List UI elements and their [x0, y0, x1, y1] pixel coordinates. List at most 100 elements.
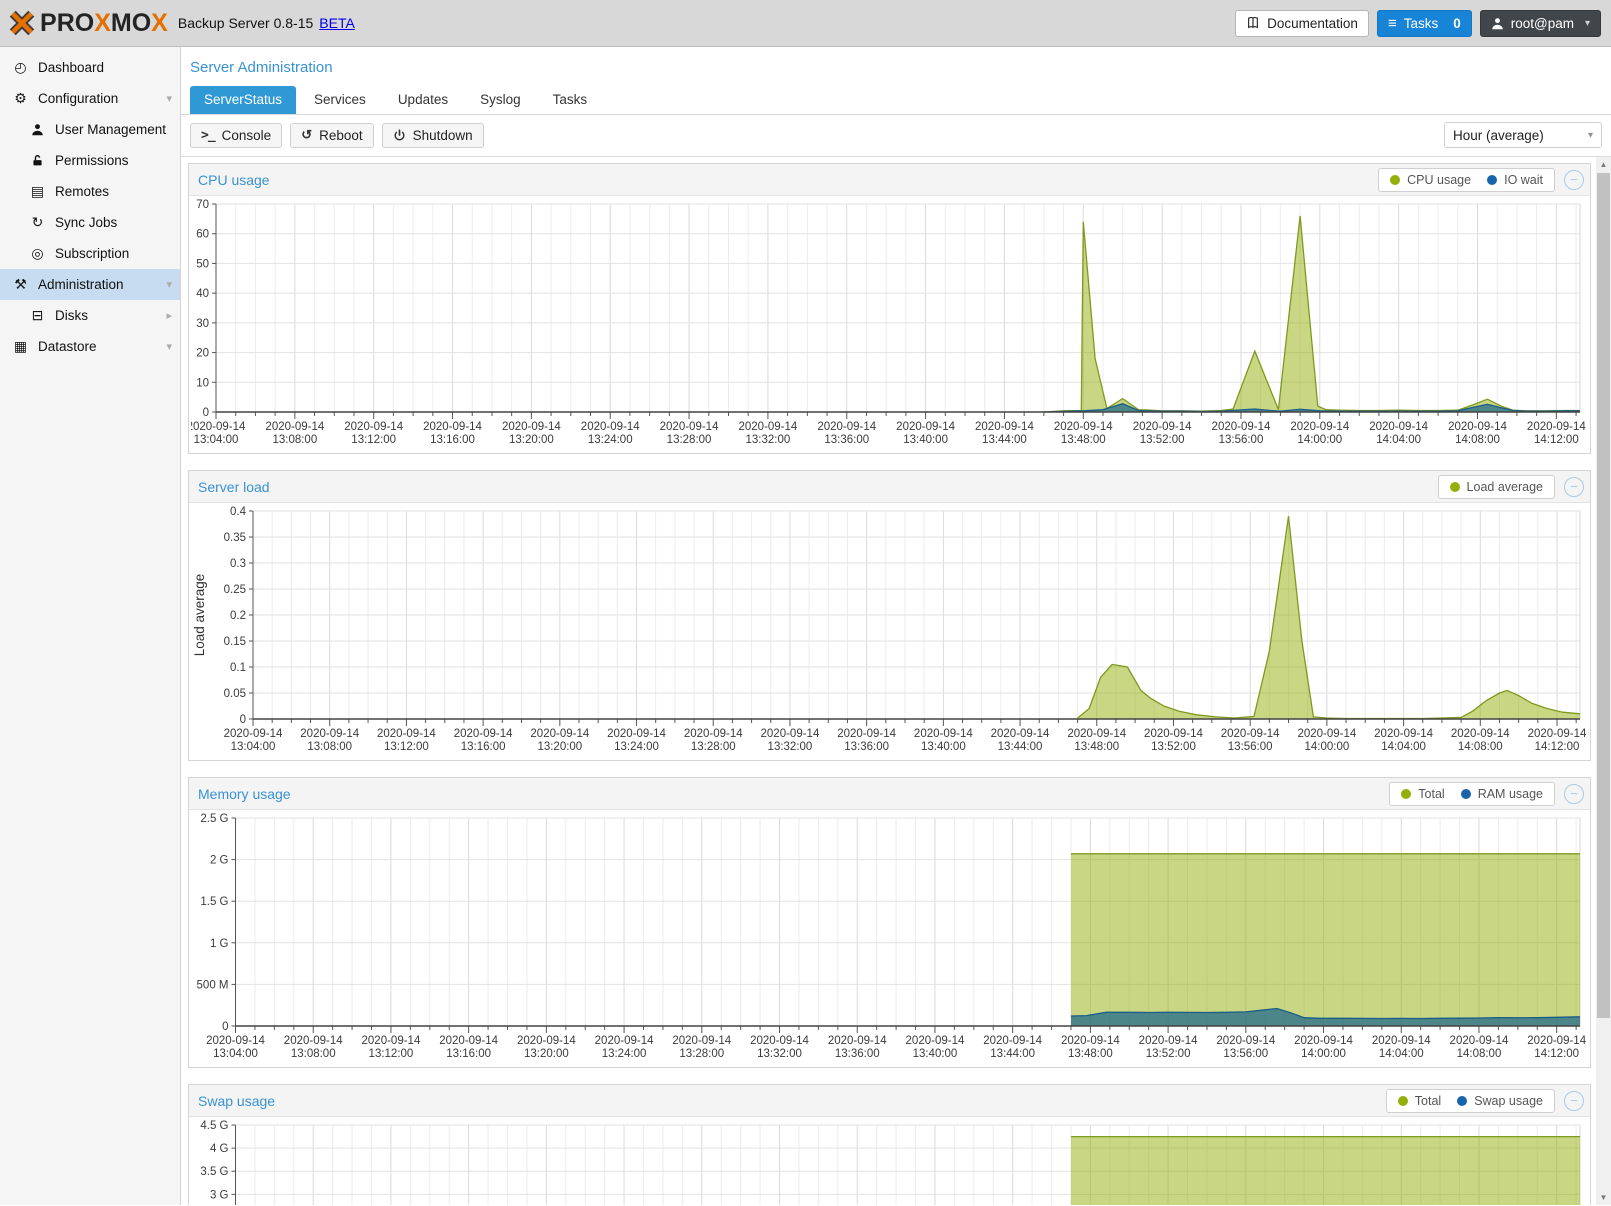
legend-item[interactable]: Total [1401, 787, 1444, 801]
sidebar-item-permissions[interactable]: Permissions [0, 145, 180, 176]
scroll-down-icon[interactable]: ▼ [1596, 1190, 1611, 1205]
svg-text:2020-09-14: 2020-09-14 [1527, 1035, 1586, 1047]
legend-item[interactable]: Load average [1450, 480, 1543, 494]
svg-text:2020-09-14: 2020-09-14 [660, 421, 719, 433]
swap-usage-chart: 0500 M1 G1.5 G2 G2.5 G3 G3.5 G4 G4.5 G20… [191, 1119, 1586, 1205]
collapse-icon[interactable]: − [1564, 1091, 1584, 1111]
svg-text:2020-09-14: 2020-09-14 [1448, 421, 1507, 433]
sidebar-item-sync-jobs[interactable]: ↻Sync Jobs [0, 207, 180, 238]
legend-label: IO wait [1504, 173, 1543, 187]
svg-text:13:32:00: 13:32:00 [746, 434, 791, 446]
collapse-icon[interactable]: − [1564, 784, 1584, 804]
svg-text:3.5 G: 3.5 G [200, 1166, 228, 1178]
svg-text:13:12:00: 13:12:00 [384, 741, 429, 753]
svg-text:2020-09-14: 2020-09-14 [1528, 728, 1586, 740]
reboot-button[interactable]: ↺ Reboot [290, 123, 373, 148]
svg-text:2020-09-14: 2020-09-14 [750, 1035, 809, 1047]
collapse-icon[interactable]: − [1564, 477, 1584, 497]
svg-text:70: 70 [196, 199, 209, 211]
swap-usage-panel: Swap usage Total Swap usage − [188, 1084, 1591, 1205]
legend-label: Load average [1467, 480, 1543, 494]
legend-item[interactable]: Total [1398, 1094, 1441, 1108]
svg-text:2020-09-14: 2020-09-14 [300, 728, 359, 740]
svg-text:0.15: 0.15 [224, 636, 246, 648]
sidebar-item-label: Datastore [38, 339, 166, 354]
svg-text:13:24:00: 13:24:00 [588, 434, 633, 446]
svg-text:0: 0 [222, 1021, 228, 1033]
svg-text:30: 30 [196, 318, 209, 330]
svg-text:2020-09-14: 2020-09-14 [837, 728, 896, 740]
legend-dot-icon [1398, 1096, 1408, 1106]
sidebar-item-administration[interactable]: ⚒Administration▾ [0, 269, 180, 300]
legend: Load average [1438, 475, 1555, 499]
sidebar-item-disks[interactable]: ⊟Disks▸ [0, 300, 180, 331]
user-icon [1491, 17, 1504, 30]
svg-text:13:44:00: 13:44:00 [998, 741, 1043, 753]
tab-tasks[interactable]: Tasks [539, 86, 602, 114]
shutdown-button[interactable]: Shutdown [382, 123, 484, 148]
sidebar-item-user-management[interactable]: User Management [0, 114, 180, 145]
collapse-icon[interactable]: − [1564, 170, 1584, 190]
svg-text:2020-09-14: 2020-09-14 [344, 421, 403, 433]
legend-item[interactable]: Swap usage [1457, 1094, 1543, 1108]
scroll-up-icon[interactable]: ▲ [1596, 157, 1611, 172]
user-menu-button[interactable]: root@pam ▾ [1480, 10, 1601, 37]
svg-text:14:00:00: 14:00:00 [1304, 741, 1349, 753]
svg-text:2020-09-14: 2020-09-14 [1216, 1035, 1275, 1047]
svg-text:13:52:00: 13:52:00 [1140, 434, 1185, 446]
svg-text:2020-09-14: 2020-09-14 [265, 421, 324, 433]
svg-text:2020-09-14: 2020-09-14 [817, 421, 876, 433]
documentation-button[interactable]: Documentation [1235, 10, 1369, 37]
toolbar: >_ Console ↺ Reboot Shutdown Hour (avera… [181, 115, 1611, 157]
tab-serverstatus[interactable]: ServerStatus [190, 86, 296, 114]
svg-text:4.5 G: 4.5 G [200, 1120, 228, 1132]
sidebar-item-subscription[interactable]: ◎Subscription [0, 238, 180, 269]
svg-text:2 G: 2 G [210, 855, 229, 867]
server-load-panel: Server load Load average − 00.050.10.150… [188, 470, 1591, 761]
legend-item[interactable]: RAM usage [1461, 787, 1543, 801]
svg-text:13:16:00: 13:16:00 [430, 434, 475, 446]
sidebar-item-label: User Management [55, 122, 172, 137]
reboot-label: Reboot [319, 128, 363, 143]
svg-text:13:04:00: 13:04:00 [231, 741, 276, 753]
sidebar-item-label: Disks [55, 308, 166, 323]
svg-text:2020-09-14: 2020-09-14 [1294, 1035, 1353, 1047]
svg-text:13:08:00: 13:08:00 [272, 434, 317, 446]
svg-text:2020-09-14: 2020-09-14 [684, 728, 743, 740]
sidebar-item-configuration[interactable]: ⚙Configuration▾ [0, 83, 180, 114]
cpu-usage-panel: CPU usage CPU usage IO wait − [188, 163, 1591, 454]
svg-text:13:12:00: 13:12:00 [351, 434, 396, 446]
sidebar-item-label: Sync Jobs [55, 215, 172, 230]
sidebar-item-remotes[interactable]: ▤Remotes [0, 176, 180, 207]
svg-text:20: 20 [196, 348, 209, 360]
tab-services[interactable]: Services [300, 86, 380, 114]
beta-link[interactable]: BETA [319, 15, 355, 31]
svg-text:14:04:00: 14:04:00 [1381, 741, 1426, 753]
task-list-icon: ≡ [1388, 15, 1397, 32]
tab-updates[interactable]: Updates [384, 86, 462, 114]
sidebar-item-datastore[interactable]: ▦Datastore▾ [0, 331, 180, 362]
svg-text:2020-09-14: 2020-09-14 [607, 728, 666, 740]
svg-text:3 G: 3 G [210, 1189, 229, 1201]
svg-text:2020-09-14: 2020-09-14 [1139, 1035, 1198, 1047]
sidebar-item-dashboard[interactable]: ◴Dashboard [0, 52, 180, 83]
svg-text:2020-09-14: 2020-09-14 [672, 1035, 731, 1047]
tasks-button[interactable]: ≡ Tasks 0 [1377, 10, 1472, 37]
brand-wordmark: PROXMOX [40, 9, 168, 38]
tab-syslog[interactable]: Syslog [466, 86, 535, 114]
vertical-scrollbar: ▲ ▼ [1596, 157, 1611, 1205]
legend-item[interactable]: CPU usage [1390, 173, 1471, 187]
svg-text:13:44:00: 13:44:00 [982, 434, 1027, 446]
console-button[interactable]: >_ Console [190, 123, 282, 148]
user-icon [29, 123, 46, 136]
legend-item[interactable]: IO wait [1487, 173, 1543, 187]
svg-text:13:36:00: 13:36:00 [844, 741, 889, 753]
scrollbar-thumb[interactable] [1597, 173, 1610, 1018]
sidebar-item-label: Configuration [38, 91, 166, 106]
main-content: Server Administration ServerStatusServic… [181, 47, 1611, 1205]
sidebar-item-label: Permissions [55, 153, 172, 168]
svg-text:14:12:00: 14:12:00 [1535, 741, 1580, 753]
svg-text:13:56:00: 13:56:00 [1223, 1048, 1268, 1060]
timeframe-select[interactable]: Hour (average) ▾ [1444, 122, 1602, 148]
svg-text:2020-09-14: 2020-09-14 [1054, 421, 1113, 433]
